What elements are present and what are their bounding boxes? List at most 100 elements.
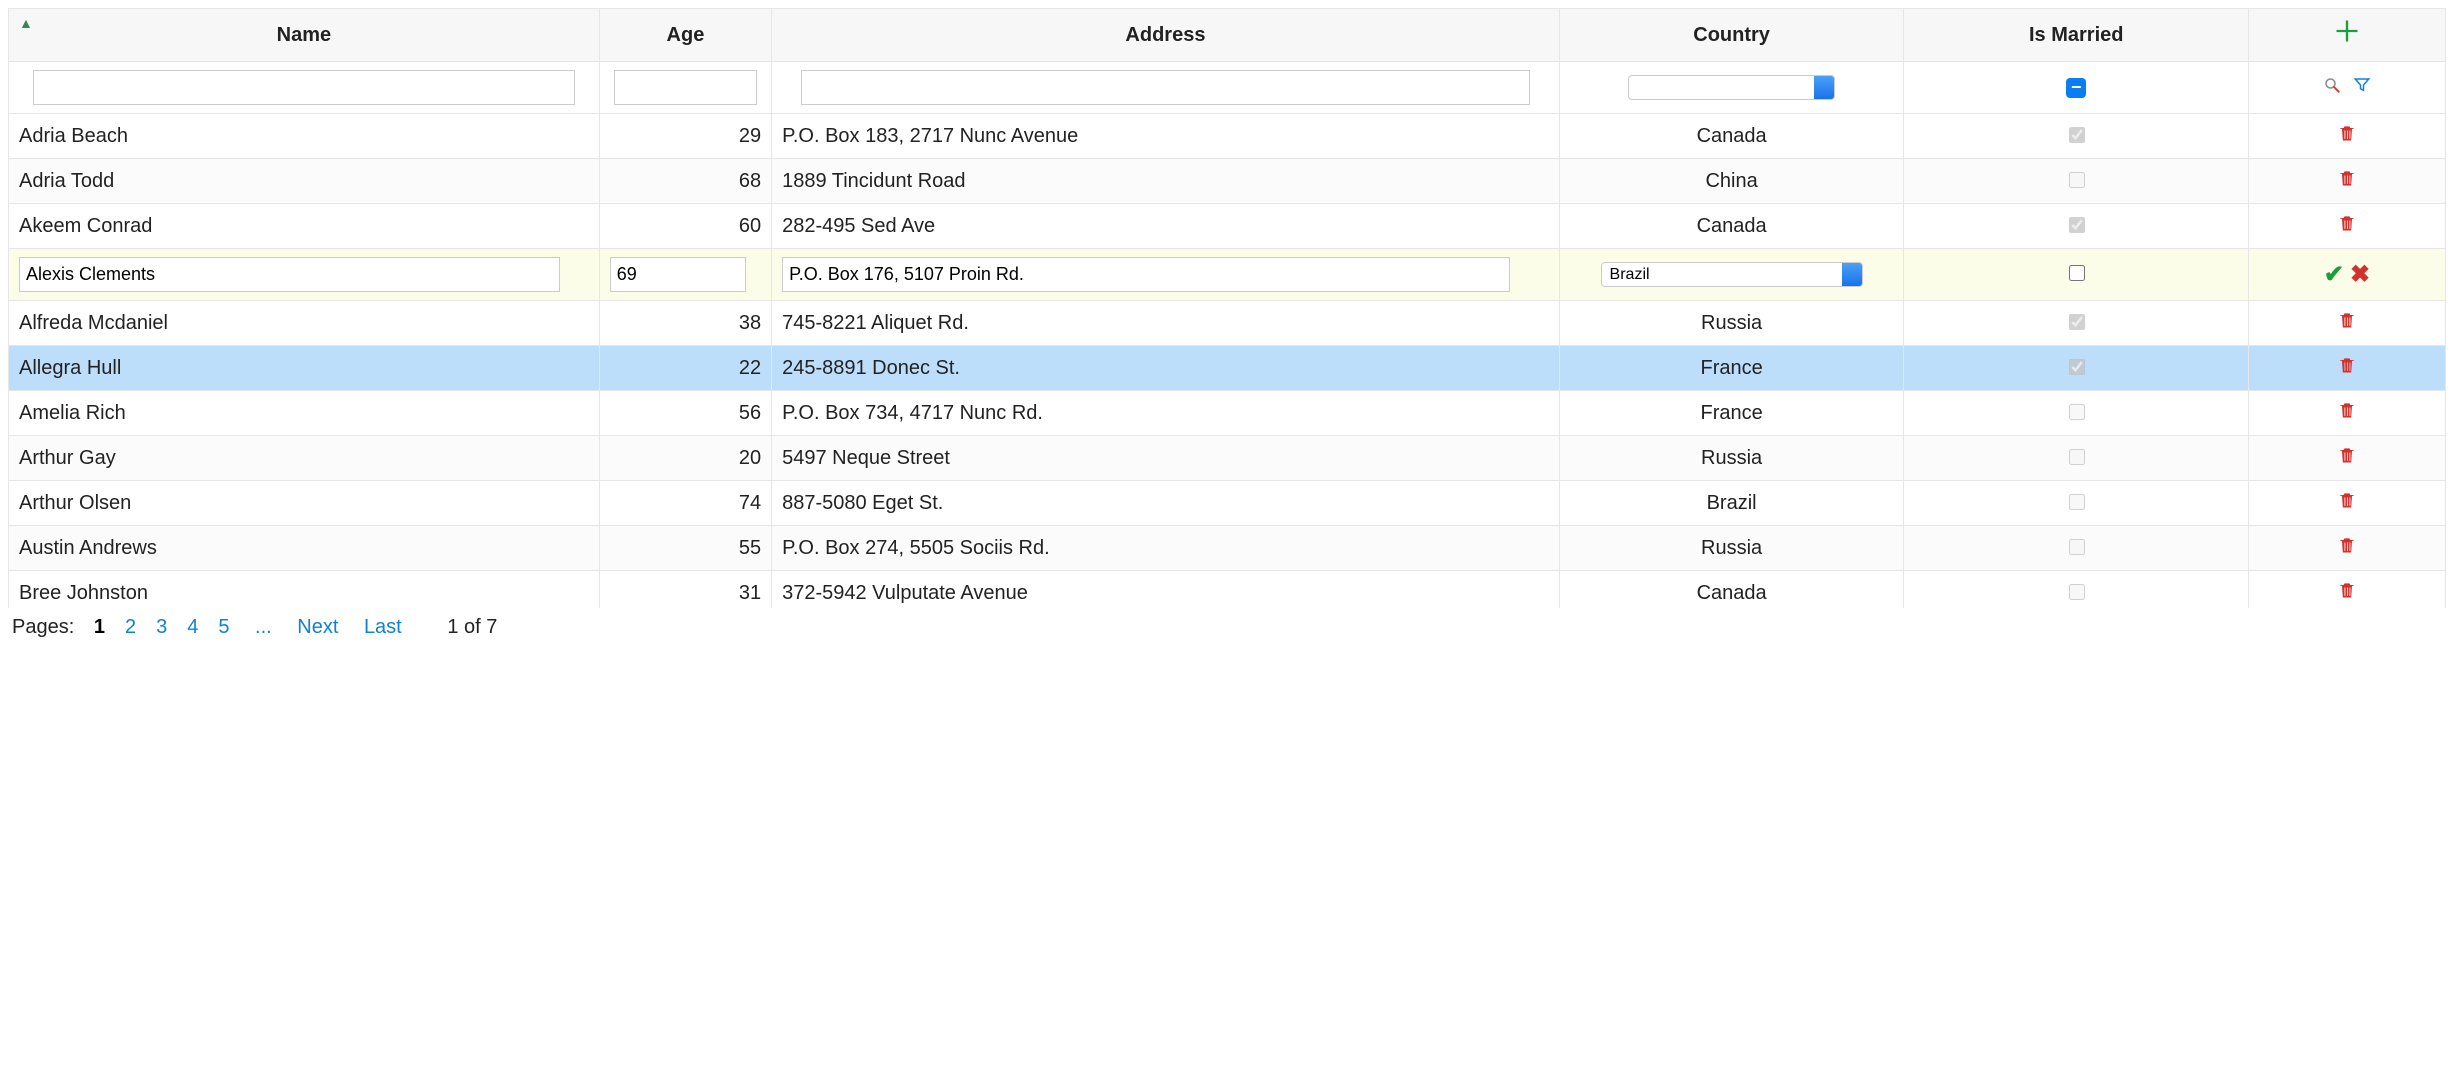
delete-row-button[interactable] <box>2337 494 2357 516</box>
cell-name: Austin Andrews <box>9 526 600 571</box>
table-row[interactable]: Arthur Gay205497 Neque StreetRussia <box>9 436 2446 481</box>
edit-row: Brazil ✔✖ <box>9 249 2446 301</box>
cell-name: Arthur Olsen <box>9 481 600 526</box>
cancel-edit-button[interactable]: ✖ <box>2350 261 2370 288</box>
column-header-country[interactable]: Country <box>1559 9 1904 62</box>
table-row[interactable]: Arthur Olsen74887-5080 Eget St.Brazil <box>9 481 2446 526</box>
pager-next[interactable]: Next <box>297 616 338 638</box>
cell-name: Allegra Hull <box>9 346 600 391</box>
column-header-address[interactable]: Address <box>772 9 1560 62</box>
cell-age: 29 <box>599 114 771 159</box>
table-row[interactable]: Adria Todd681889 Tincidunt RoadChina <box>9 159 2446 204</box>
table-row[interactable]: Amelia Rich56P.O. Box 734, 4717 Nunc Rd.… <box>9 391 2446 436</box>
column-label: Country <box>1693 24 1770 46</box>
edit-name-input[interactable] <box>19 257 560 292</box>
filter-age-input[interactable] <box>614 70 758 105</box>
cell-address: 372-5942 Vulputate Avenue <box>772 571 1560 609</box>
cell-age: 38 <box>599 301 771 346</box>
cell-country: Russia <box>1559 301 1904 346</box>
cell-country: China <box>1559 159 1904 204</box>
delete-row-button[interactable] <box>2337 314 2357 336</box>
table-row[interactable]: Alfreda Mcdaniel38745-8221 Aliquet Rd.Ru… <box>9 301 2446 346</box>
married-checkbox <box>2069 359 2085 375</box>
cell-name: Arthur Gay <box>9 436 600 481</box>
grid-scroll-container: ▲ Name Age Address Country Is Married <box>8 8 2446 608</box>
column-label: Name <box>277 24 331 46</box>
cell-address: 282-495 Sed Ave <box>772 204 1560 249</box>
cell-name: Adria Beach <box>9 114 600 159</box>
married-checkbox <box>2069 217 2085 233</box>
table-row[interactable]: Bree Johnston31372-5942 Vulputate Avenue… <box>9 571 2446 609</box>
column-header-name[interactable]: ▲ Name <box>9 9 600 62</box>
pager: Pages: 12345 ... Next Last 1 of 7 <box>8 608 2446 647</box>
filter-married-toggle[interactable]: − <box>2066 78 2086 98</box>
pager-last[interactable]: Last <box>364 616 402 638</box>
table-row[interactable]: Allegra Hull22245-8891 Donec St.France <box>9 346 2446 391</box>
delete-row-button[interactable] <box>2337 404 2357 426</box>
column-header-married[interactable]: Is Married <box>1904 9 2249 62</box>
cell-married <box>1904 571 2249 609</box>
edit-married-checkbox[interactable] <box>2069 265 2085 281</box>
filter-country-select[interactable] <box>1628 75 1835 100</box>
cell-age: 68 <box>599 159 771 204</box>
column-header-actions <box>2249 9 2446 62</box>
cell-address: 745-8221 Aliquet Rd. <box>772 301 1560 346</box>
table-row[interactable]: Akeem Conrad60282-495 Sed AveCanada <box>9 204 2446 249</box>
confirm-edit-button[interactable]: ✔ <box>2324 261 2344 288</box>
pager-page-link[interactable]: 3 <box>156 616 167 638</box>
delete-row-button[interactable] <box>2337 217 2357 239</box>
married-checkbox <box>2069 449 2085 465</box>
delete-row-button[interactable] <box>2337 584 2357 606</box>
delete-row-button[interactable] <box>2337 127 2357 149</box>
column-label: Address <box>1125 24 1205 46</box>
pager-ellipsis[interactable]: ... <box>255 616 272 638</box>
pager-info: 1 of 7 <box>447 616 497 638</box>
cell-married <box>1904 436 2249 481</box>
edit-address-input[interactable] <box>782 257 1510 292</box>
column-label: Is Married <box>2029 24 2123 46</box>
cell-name: Amelia Rich <box>9 391 600 436</box>
delete-row-button[interactable] <box>2337 449 2357 471</box>
cell-country: Canada <box>1559 571 1904 609</box>
married-checkbox <box>2069 584 2085 600</box>
cell-address: 245-8891 Donec St. <box>772 346 1560 391</box>
pager-page-link[interactable]: 4 <box>187 616 198 638</box>
married-checkbox <box>2069 539 2085 555</box>
cell-address: P.O. Box 183, 2717 Nunc Avenue <box>772 114 1560 159</box>
table-row[interactable]: Austin Andrews55P.O. Box 274, 5505 Socii… <box>9 526 2446 571</box>
column-header-age[interactable]: Age <box>599 9 771 62</box>
married-checkbox <box>2069 172 2085 188</box>
column-label: Age <box>667 24 705 46</box>
cell-address: P.O. Box 274, 5505 Sociis Rd. <box>772 526 1560 571</box>
cell-married <box>1904 346 2249 391</box>
cell-married <box>1904 159 2249 204</box>
edit-country-select[interactable]: Brazil <box>1601 262 1863 287</box>
delete-row-button[interactable] <box>2337 539 2357 561</box>
edit-age-input[interactable] <box>610 257 746 292</box>
data-grid: ▲ Name Age Address Country Is Married <box>8 8 2446 608</box>
delete-row-button[interactable] <box>2337 359 2357 381</box>
delete-row-button[interactable] <box>2337 172 2357 194</box>
sort-asc-icon: ▲ <box>19 15 33 31</box>
add-row-button[interactable] <box>2333 19 2361 52</box>
cell-name: Bree Johnston <box>9 571 600 609</box>
cell-married <box>1904 526 2249 571</box>
cell-country: Brazil <box>1559 481 1904 526</box>
pager-page-link[interactable]: 2 <box>125 616 136 638</box>
table-row[interactable]: Adria Beach29P.O. Box 183, 2717 Nunc Ave… <box>9 114 2446 159</box>
clear-filter-button[interactable] <box>2353 76 2371 100</box>
cell-country: Canada <box>1559 114 1904 159</box>
cell-age: 56 <box>599 391 771 436</box>
cell-married <box>1904 391 2249 436</box>
filter-name-input[interactable] <box>33 70 574 105</box>
filter-address-input[interactable] <box>801 70 1529 105</box>
pager-page-link[interactable]: 5 <box>218 616 229 638</box>
married-checkbox <box>2069 494 2085 510</box>
cell-address: 887-5080 Eget St. <box>772 481 1560 526</box>
cell-age: 55 <box>599 526 771 571</box>
cell-name: Akeem Conrad <box>9 204 600 249</box>
apply-filter-button[interactable] <box>2323 76 2341 100</box>
filter-row: − <box>9 62 2446 114</box>
cell-country: Russia <box>1559 526 1904 571</box>
cell-name: Alfreda Mcdaniel <box>9 301 600 346</box>
